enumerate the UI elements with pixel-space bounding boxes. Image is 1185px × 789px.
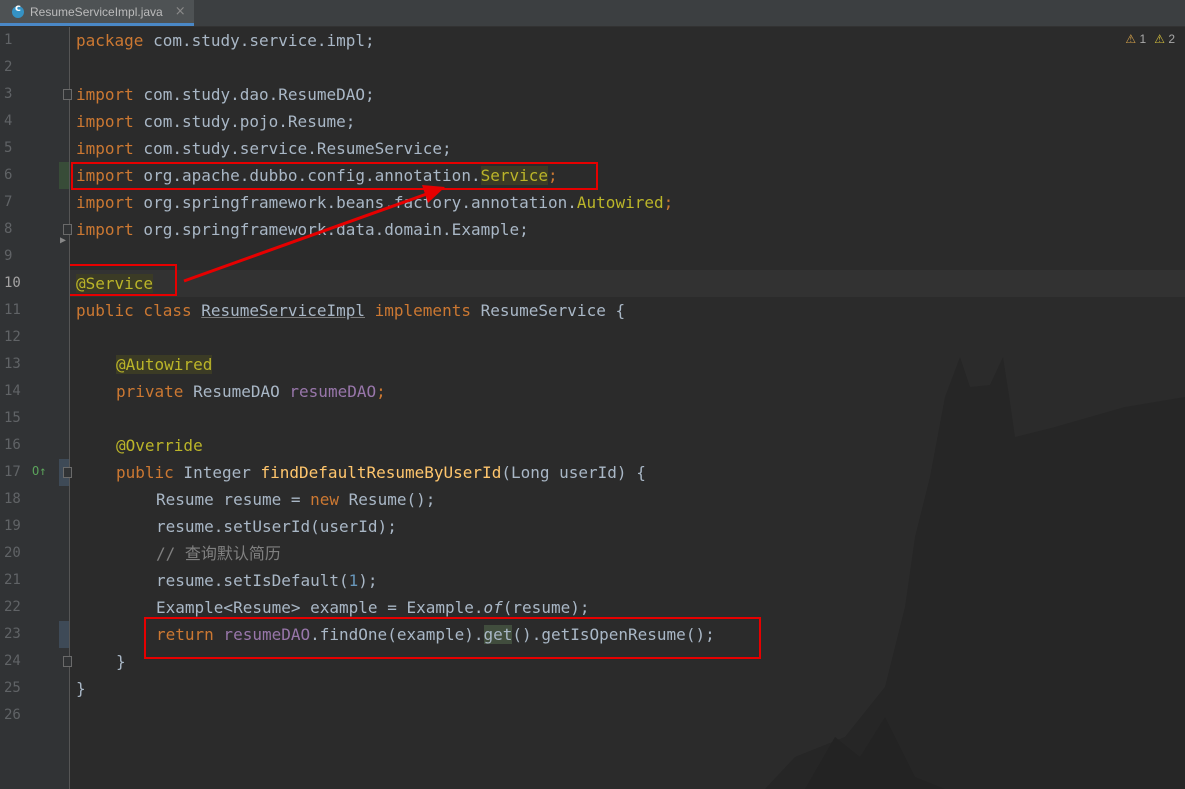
- code-line-1: package com.study.service.impl;: [76, 31, 375, 50]
- code-line-25: }: [76, 679, 86, 698]
- code-editor[interactable]: ▶ O↑ 1 2 3 4 5 6 7 8 9 10 11 12 13 14 15 16 17 18 19 20 21 22…: [0, 27, 1185, 789]
- code-area[interactable]: package com.study.service.impl; import c…: [70, 27, 1185, 789]
- implements-method-icon[interactable]: O↑: [32, 464, 46, 478]
- weak-warning-icon: ⚠: [1154, 32, 1165, 46]
- change-marker: [59, 621, 69, 648]
- code-line-4: import com.study.pojo.Resume;: [76, 112, 356, 131]
- code-line-5: import com.study.service.ResumeService;: [76, 139, 452, 158]
- code-line-21: resume.setIsDefault(1);: [156, 571, 378, 590]
- code-line-19: resume.setUserId(userId);: [156, 517, 397, 536]
- code-line-14: private ResumeDAO resumeDAO;: [116, 382, 386, 401]
- line-number: 7: [4, 194, 13, 210]
- code-line-17: public Integer findDefaultResumeByUserId…: [116, 463, 646, 482]
- line-number: 10: [4, 275, 21, 291]
- line-number: 11: [4, 302, 21, 318]
- inspection-widget[interactable]: ⚠ 1 ⚠ 2: [1125, 32, 1175, 46]
- tab-resume-service-impl[interactable]: ResumeServiceImpl.java ×: [0, 0, 194, 26]
- line-number: 12: [4, 329, 21, 345]
- close-icon[interactable]: ×: [175, 4, 186, 19]
- code-line-11: public class ResumeServiceImpl implement…: [76, 301, 626, 320]
- annotation-box-return: [144, 617, 761, 659]
- line-number: 5: [4, 140, 13, 156]
- line-number: 14: [4, 383, 21, 399]
- code-line-24: }: [116, 652, 126, 671]
- line-number: 15: [4, 410, 21, 426]
- line-number: 16: [4, 437, 21, 453]
- line-number: 26: [4, 707, 21, 723]
- code-line-16: @Override: [116, 436, 203, 455]
- java-class-icon: [12, 3, 24, 18]
- line-number: 17: [4, 464, 21, 480]
- code-line-20: // 查询默认简历: [156, 544, 281, 563]
- background-image: [765, 357, 1185, 789]
- warning-indicator[interactable]: ⚠ 1: [1125, 32, 1146, 46]
- line-number: 4: [4, 113, 13, 129]
- tab-title: ResumeServiceImpl.java: [30, 4, 163, 19]
- line-number: 6: [4, 167, 13, 183]
- line-number: 23: [4, 626, 21, 642]
- line-number: 9: [4, 248, 13, 264]
- line-number: 3: [4, 86, 13, 102]
- collapse-arrow-icon[interactable]: ▶: [60, 235, 66, 246]
- line-number: 1: [4, 32, 13, 48]
- annotation-arrow: [183, 185, 445, 283]
- line-number: 24: [4, 653, 21, 669]
- line-number: 25: [4, 680, 21, 696]
- line-number: 18: [4, 491, 21, 507]
- code-line-13: @Autowired: [116, 355, 213, 374]
- code-line-3: import com.study.dao.ResumeDAO;: [76, 85, 375, 104]
- annotation-box-service: [70, 264, 177, 296]
- line-number: 2: [4, 59, 13, 75]
- line-number: 21: [4, 572, 21, 588]
- line-number: 20: [4, 545, 21, 561]
- line-number: 8: [4, 221, 13, 237]
- warning-icon: ⚠: [1125, 32, 1137, 46]
- line-number: 19: [4, 518, 21, 534]
- line-number: 13: [4, 356, 21, 372]
- change-marker: [59, 162, 69, 189]
- editor-tab-bar: ResumeServiceImpl.java ×: [0, 0, 1185, 27]
- code-line-18: Resume resume = new Resume();: [156, 490, 436, 509]
- weak-warning-indicator[interactable]: ⚠ 2: [1154, 32, 1175, 46]
- line-number: 22: [4, 599, 21, 615]
